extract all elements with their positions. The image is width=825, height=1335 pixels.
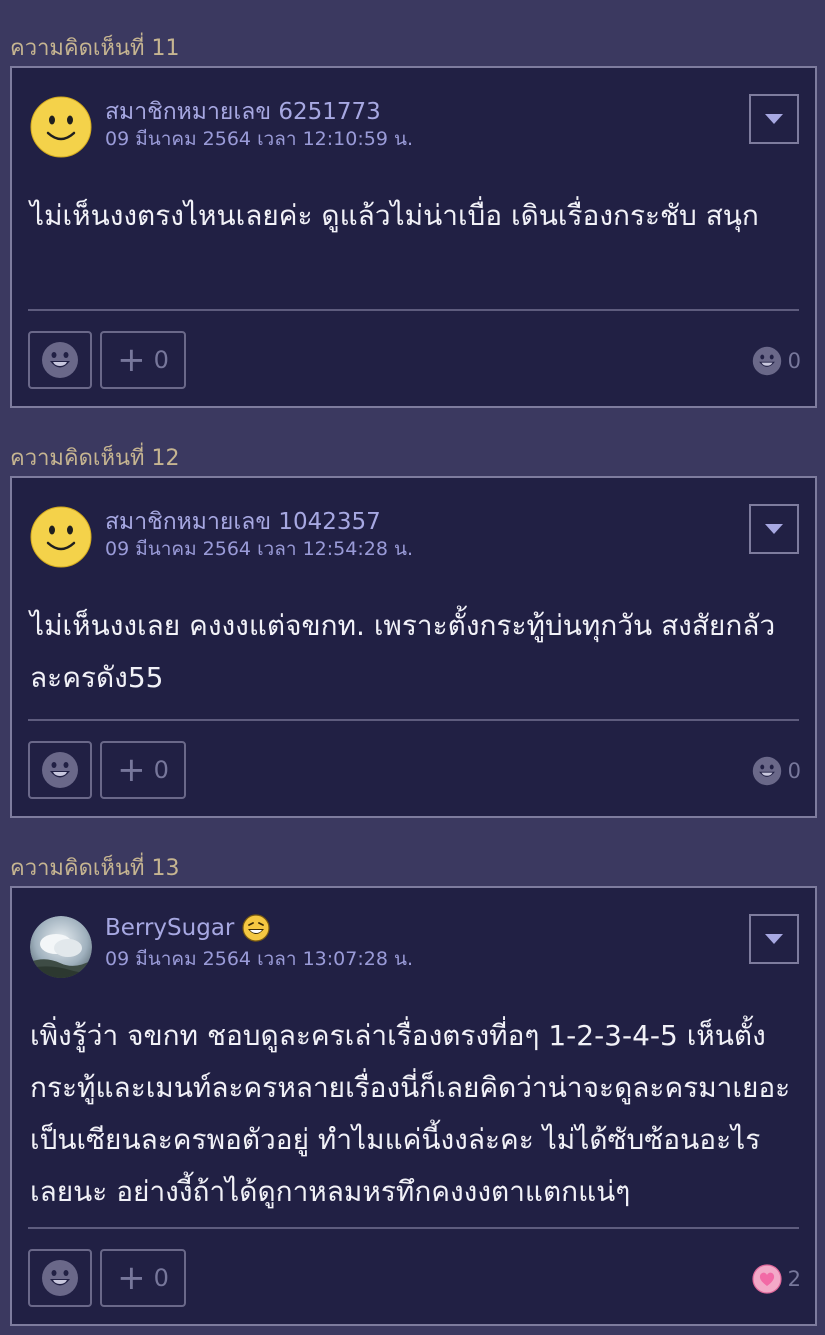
timestamp: 09 มีนาคม 2564 เวลา 13:07:28 น. (105, 948, 413, 970)
reaction-summary[interactable]: 0 (752, 756, 801, 786)
divider (28, 309, 799, 311)
comment-text: เพิ่งรู้ว่า จขกท ชอบดูละครเล่าเรื่องตรงท… (30, 1019, 791, 1208)
smiley-icon[interactable] (30, 96, 92, 158)
laughing-emoji-icon (242, 914, 270, 942)
react-button[interactable] (28, 331, 92, 389)
options-menu-button[interactable] (749, 914, 799, 964)
comment-heading: ความคิดเห็นที่ 11 (10, 36, 180, 61)
plus-vote-button[interactable]: + 0 (100, 331, 186, 389)
chevron-down-icon (765, 934, 783, 944)
timestamp: 09 มีนาคม 2564 เวลา 12:10:59 น. (105, 128, 413, 150)
options-menu-button[interactable] (749, 504, 799, 554)
comment-card: สมาชิกหมายเลข 1042357 09 มีนาคม 2564 เวล… (10, 476, 817, 818)
grin-icon (42, 342, 78, 378)
grin-icon (42, 752, 78, 788)
comment-card: BerrySugar 09 มีนาคม 2564 เวลา 13:07:28 … (10, 886, 817, 1326)
comment-text: ไม่เห็นงงตรงไหนเลยค่ะ ดูแล้วไม่น่าเบื่อ … (30, 199, 759, 232)
plus-vote-button[interactable]: + 0 (100, 1249, 186, 1307)
username-text[interactable]: BerrySugar (105, 915, 234, 941)
reaction-summary[interactable]: 2 (752, 1264, 801, 1294)
plus-vote-button[interactable]: + 0 (100, 741, 186, 799)
reaction-count: 0 (787, 759, 801, 783)
cloud-photo-avatar[interactable] (30, 916, 92, 978)
plus-count: 0 (153, 346, 169, 374)
comment-card: สมาชิกหมายเลข 6251773 09 มีนาคม 2564 เวล… (10, 66, 817, 408)
reaction-count: 0 (787, 349, 801, 373)
reaction-summary[interactable]: 0 (752, 346, 801, 376)
chevron-down-icon (765, 114, 783, 124)
options-menu-button[interactable] (749, 94, 799, 144)
comment-heading: ความคิดเห็นที่ 13 (10, 856, 180, 881)
plus-count: 0 (153, 1264, 169, 1292)
comment-text: ไม่เห็นงงเลย คงงงแต่จขกท. เพราะตั้งกระทู… (30, 609, 776, 694)
plus-icon: + (117, 750, 146, 790)
plus-icon: + (117, 340, 146, 380)
reaction-count: 2 (787, 1267, 801, 1291)
plus-icon: + (117, 1258, 146, 1298)
chevron-down-icon (765, 524, 783, 534)
react-button[interactable] (28, 741, 92, 799)
react-button[interactable] (28, 1249, 92, 1307)
plus-count: 0 (153, 756, 169, 784)
username[interactable]: BerrySugar (105, 914, 270, 942)
timestamp: 09 มีนาคม 2564 เวลา 12:54:28 น. (105, 538, 413, 560)
divider (28, 1227, 799, 1229)
grin-icon (752, 756, 781, 786)
comment-heading: ความคิดเห็นที่ 12 (10, 446, 180, 471)
divider (28, 719, 799, 721)
grin-icon (42, 1260, 78, 1296)
grin-icon (752, 346, 781, 376)
smiley-icon[interactable] (30, 506, 92, 568)
heart-icon (752, 1264, 782, 1294)
